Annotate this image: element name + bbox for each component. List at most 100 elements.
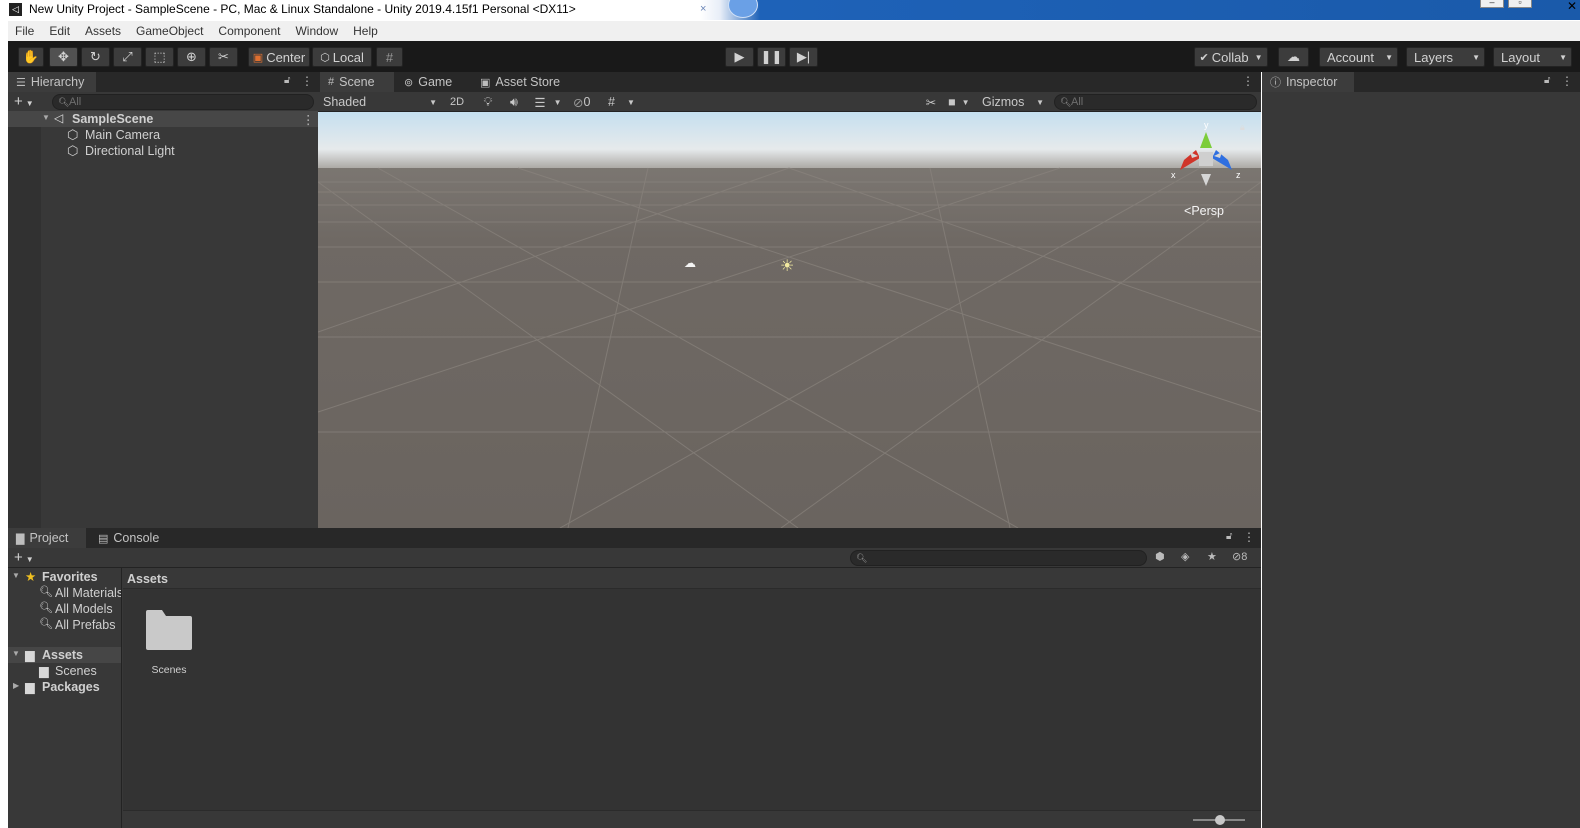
menu-edit[interactable]: Edit [42, 24, 78, 38]
transform-tool-button[interactable]: ⊕ [177, 47, 206, 67]
foldout-arrow-icon[interactable]: ▼ [12, 649, 20, 658]
kebab-menu-icon[interactable]: ⋮ [301, 74, 313, 88]
hierarchy-scene-row[interactable]: ▼ ◁ SampleScene ⋮ [8, 111, 318, 127]
asset-grid-item[interactable]: Scenes [141, 606, 197, 686]
camera-gizmo-icon[interactable]: ☁ [684, 256, 696, 270]
list-icon: ☰ [16, 76, 26, 89]
menu-help[interactable]: Help [346, 24, 386, 38]
search-by-label-icon[interactable]: ◈ [1181, 550, 1189, 563]
foldout-arrow-icon[interactable]: ▼ [12, 571, 20, 580]
search-icon: 🔍︎ [58, 97, 70, 107]
tree-packages[interactable]: ▶ ▆ Packages [8, 679, 121, 695]
account-dropdown[interactable]: Account ▼ [1319, 47, 1398, 67]
tree-item[interactable]: 🔍︎ All Models [8, 601, 121, 617]
gizmos-dropdown[interactable]: Gizmos ▼ [982, 93, 1044, 111]
rect-tool-button[interactable]: ⬚ [145, 47, 174, 67]
hand-tool-button[interactable]: ✋ [18, 47, 44, 67]
info-icon: ⓘ [1270, 77, 1281, 89]
project-search-input[interactable]: 🔍︎ [850, 550, 1147, 566]
project-assets-view: Assets Scenes [123, 568, 1261, 828]
collab-button[interactable]: ✔ Collab ▼ [1194, 47, 1268, 67]
gizmo-lock-icon[interactable]: 🔒︎ [1240, 122, 1245, 133]
tab-asset-store[interactable]: ▣ Asset Store [472, 72, 572, 92]
breadcrumb[interactable]: Assets [127, 572, 168, 586]
favorite-star-icon[interactable]: ★ [1207, 550, 1217, 563]
tab-console[interactable]: ▤ Console [90, 528, 170, 548]
move-tool-button[interactable]: ✥ [49, 47, 78, 67]
hierarchy-item[interactable]: ⬡ Directional Light [8, 143, 318, 159]
maximize-button[interactable]: ▫ [1508, 0, 1532, 8]
tree-item[interactable]: 🔍︎ All Prefabs [8, 617, 121, 633]
effects-dropdown[interactable]: ☰ ▼ [530, 93, 566, 111]
tree-assets[interactable]: ▼ ▆ Assets [8, 647, 121, 663]
scale-tool-button[interactable]: ⤢ [113, 47, 142, 67]
grid-dropdown[interactable]: # ▼ [608, 93, 644, 111]
menu-window[interactable]: Window [288, 24, 346, 38]
scene-viewport[interactable]: ☁ ☀ y x z 🔒︎ <Persp [318, 112, 1261, 528]
tab-inspector[interactable]: ⓘ Inspector [1262, 72, 1354, 92]
tree-item[interactable]: 🔍︎ All Materials [8, 585, 121, 601]
scene-search-input[interactable]: 🔍︎ All [1054, 94, 1257, 110]
draw-mode-dropdown[interactable]: Shaded ▼ [323, 93, 437, 111]
orientation-gizmo[interactable]: y x z [1170, 120, 1242, 194]
cloud-button[interactable]: ☁ [1278, 47, 1309, 67]
close-button[interactable]: ✕ [1567, 0, 1577, 13]
search-icon: 🔍︎ [1060, 97, 1072, 107]
hierarchy-item-label: Directional Light [85, 144, 175, 158]
lock-icon[interactable]: 🔓︎ [1544, 75, 1550, 86]
kebab-menu-icon[interactable]: ⋮ [1561, 74, 1573, 88]
tab-game[interactable]: ⊚ Game [396, 72, 468, 92]
project-folder-tree: ▼ ★ Favorites 🔍︎ All Materials 🔍︎ All Mo… [8, 568, 122, 828]
custom-tool-button[interactable]: ✂ [209, 47, 238, 67]
layers-dropdown[interactable]: Layers ▼ [1406, 47, 1485, 67]
search-by-type-icon[interactable]: ⬢ [1155, 550, 1165, 563]
create-add-button[interactable]: + ▼ [14, 93, 34, 110]
tree-item[interactable]: ▆ Scenes [8, 663, 121, 679]
tree-item-label: Scenes [55, 664, 97, 678]
lighting-toggle-button[interactable]: 💡︎ [478, 93, 498, 111]
hierarchy-search-input[interactable]: 🔍︎ All [52, 94, 314, 110]
grid-snap-button[interactable]: # [376, 47, 403, 67]
menu-component[interactable]: Component [211, 24, 288, 38]
camera-dropdown[interactable]: ■ ▼ [948, 93, 976, 111]
kebab-menu-icon[interactable]: ⋮ [1242, 74, 1254, 88]
light-gizmo-icon[interactable]: ☀ [780, 256, 794, 276]
pivot-center-button[interactable]: ▣ Center [248, 47, 310, 67]
tab-console-label: Console [113, 531, 160, 545]
menu-file[interactable]: File [8, 24, 42, 38]
icon-size-slider-thumb[interactable] [1215, 815, 1225, 825]
pause-button[interactable]: ❚❚ [757, 47, 786, 67]
menu-gameobject[interactable]: GameObject [129, 24, 211, 38]
projection-toggle[interactable]: <Persp [1184, 204, 1224, 218]
tab-scene[interactable]: # Scene [320, 72, 394, 92]
2d-toggle-button[interactable]: 2D [445, 93, 469, 111]
hidden-packages-toggle[interactable]: ⊘8 [1232, 550, 1247, 563]
project-breadcrumb-bar: Assets [123, 568, 1261, 589]
lock-icon[interactable]: 🔓︎ [284, 75, 290, 86]
kebab-menu-icon[interactable]: ⋮ [1243, 530, 1255, 544]
tree-favorites[interactable]: ▼ ★ Favorites [8, 569, 121, 585]
layout-dropdown[interactable]: Layout ▼ [1493, 47, 1572, 67]
eye-hidden-icon: ⊘ [1232, 551, 1242, 563]
create-add-button[interactable]: + ▼ [14, 549, 34, 566]
project-toolbar: + ▼ 🔍︎ ⬢ ◈ ★ ⊘8 [8, 548, 1261, 568]
tab-hierarchy[interactable]: ☰ Hierarchy [8, 72, 96, 92]
hierarchy-search-placeholder: All [69, 96, 82, 108]
tools-button[interactable]: ✂ [922, 93, 940, 111]
step-button[interactable]: ▶| [789, 47, 818, 67]
tab-project[interactable]: ▇ Project [8, 528, 86, 548]
foldout-arrow-icon[interactable]: ▼ [42, 113, 50, 122]
menu-assets[interactable]: Assets [78, 24, 129, 38]
pivot-icon: ▣ [252, 51, 264, 64]
play-button[interactable]: ▶ [725, 47, 754, 67]
rotate-tool-button[interactable]: ↻ [81, 47, 110, 67]
scale-icon: ⤢ [122, 49, 133, 64]
foldout-arrow-right-icon[interactable]: ▶ [13, 681, 19, 690]
hierarchy-item[interactable]: ⬡ Main Camera [8, 127, 318, 143]
hidden-objects-toggle[interactable]: ⊘ 0 [573, 93, 601, 111]
scene-kebab-icon[interactable]: ⋮ [302, 112, 315, 127]
minimize-button[interactable]: – [1480, 0, 1504, 8]
lock-icon[interactable]: 🔓︎ [1226, 531, 1232, 542]
audio-toggle-button[interactable]: 🔊︎ [504, 93, 524, 111]
pivot-local-button[interactable]: ⬡ Local [312, 47, 372, 67]
